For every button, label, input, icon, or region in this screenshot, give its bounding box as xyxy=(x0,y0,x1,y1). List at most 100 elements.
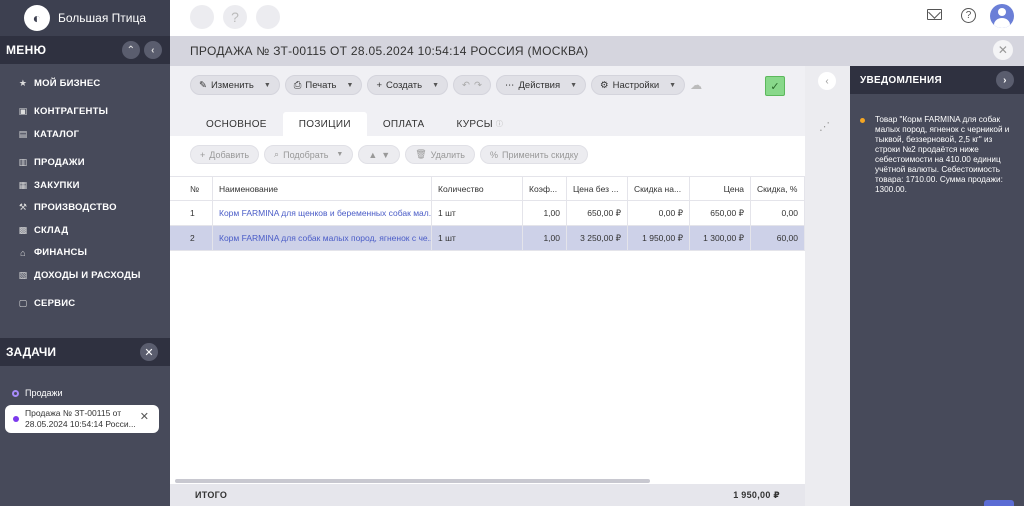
quantity-cell[interactable]: 1 шт xyxy=(432,201,523,225)
service-icon: ▢ xyxy=(18,298,28,309)
pick-button[interactable]: ⌕ Подобрать ▼ xyxy=(264,145,354,164)
close-tasks-icon[interactable]: ✕ xyxy=(140,343,158,361)
price-without-discount-cell[interactable]: 3 250,00 ₽ xyxy=(567,226,628,250)
collapse-menu-icon[interactable]: ⌃ xyxy=(122,41,140,59)
column-header[interactable]: Количество xyxy=(432,177,523,200)
placeholder-circle-icon[interactable] xyxy=(256,5,280,29)
notifications-header: УВЕДОМЛЕНИЯ › xyxy=(850,66,1024,94)
avatar[interactable] xyxy=(990,4,1014,28)
apply-discount-button[interactable]: % Применить скидку xyxy=(480,145,589,164)
discount-percent-cell[interactable]: 60,00 xyxy=(751,226,805,250)
notifications-title: УВЕДОМЛЕНИЯ xyxy=(860,74,942,86)
add-button[interactable]: + Добавить xyxy=(190,145,260,164)
placeholder-circle-icon[interactable] xyxy=(190,5,214,29)
scrollbar-thumb[interactable] xyxy=(175,479,650,483)
column-header[interactable]: Скидка, % xyxy=(751,177,805,200)
coef-cell[interactable]: 1,00 xyxy=(523,201,567,225)
close-icon[interactable]: ✕ xyxy=(993,40,1013,60)
totals-bar: ИТОГО 1 950,00 ₽ xyxy=(170,484,805,506)
document-title-bar: ПРОДАЖА № ЗТ-00115 ОТ 28.05.2024 10:54:1… xyxy=(170,36,1024,66)
task-card-label: Продажа № ЗТ-00115 от 28.05.2024 10:54:1… xyxy=(25,408,136,429)
sidebar-item-label: ДОХОДЫ И РАСХОДЫ xyxy=(34,269,141,281)
task-group[interactable]: Продажи xyxy=(12,388,63,398)
column-header[interactable]: Наименование xyxy=(213,177,432,200)
logo-bar[interactable]: ◐ Большая Птица xyxy=(0,0,170,36)
close-task-icon[interactable]: ✕ xyxy=(140,412,149,423)
edit-button[interactable]: ✎ Изменить ▼ xyxy=(190,75,280,95)
cart-icon: ▥ xyxy=(18,157,28,168)
confirm-button[interactable]: ✓ xyxy=(765,76,785,96)
table-row[interactable]: 1 Корм FARMINA для щенков и беременных с… xyxy=(170,201,805,226)
catalog-icon: ▤ xyxy=(18,128,28,139)
sidebar-item-income-expenses[interactable]: ▧ ДОХОДЫ И РАСХОДЫ xyxy=(0,264,170,287)
price-without-discount-cell[interactable]: 650,00 ₽ xyxy=(567,201,628,225)
positions-toolbar: + Добавить ⌕ Подобрать ▼ ▲ ▼ 🗑 Удалить % Приме… xyxy=(190,145,589,164)
delete-button[interactable]: 🗑 Удалить xyxy=(405,145,475,164)
discount-amount-cell[interactable]: 0,00 ₽ xyxy=(628,201,690,225)
column-header[interactable]: Цена xyxy=(690,177,751,200)
discount-amount-cell[interactable]: 1 950,00 ₽ xyxy=(628,226,690,250)
cloud-icon: ☁ xyxy=(690,78,703,92)
sidebar-item-service[interactable]: ▢ СЕРВИС xyxy=(0,293,170,316)
sidebar-item-warehouse[interactable]: ▩ СКЛАД xyxy=(0,219,170,242)
task-card[interactable]: Продажа № ЗТ-00115 от 28.05.2024 10:54:1… xyxy=(5,405,159,433)
coef-cell[interactable]: 1,00 xyxy=(523,226,567,250)
column-header[interactable]: Скидка на... xyxy=(628,177,690,200)
bird-logo-icon: ◐ xyxy=(24,5,50,31)
actions-button[interactable]: ⋯ Действия ▼ xyxy=(495,75,587,95)
sidebar: ◐ Большая Птица МЕНЮ ⌃ ‹ ★ МОЙ БИЗНЕС ▣ КО… xyxy=(0,0,170,506)
sidebar-item-purchases[interactable]: ▦ ЗАКУПКИ xyxy=(0,174,170,197)
mail-icon[interactable] xyxy=(927,9,942,20)
undo-icon[interactable]: ↶ xyxy=(462,80,470,91)
question-circle-icon[interactable]: ? xyxy=(223,5,247,29)
price-cell[interactable]: 650,00 ₽ xyxy=(690,201,751,225)
column-header[interactable]: Коэф... xyxy=(523,177,567,200)
tab-label: ОСНОВНОЕ xyxy=(206,118,267,130)
document-icon: ▧ xyxy=(18,269,28,280)
positions-panel: + Добавить ⌕ Подобрать ▼ ▲ ▼ 🗑 Удалить % Приме… xyxy=(170,136,805,484)
sidebar-item-production[interactable]: ⚒ ПРОИЗВОДСТВО xyxy=(0,197,170,220)
task-group-dot-icon xyxy=(12,389,19,397)
tab-label: ПОЗИЦИИ xyxy=(298,118,351,130)
chevron-down-icon[interactable]: ▼ xyxy=(264,82,271,89)
toolbar: ✎ Изменить ▼ ⎙ Печать ▼ + Создать ▼ ↶ ↷ ⋯ Действ… xyxy=(190,74,702,96)
settings-button[interactable]: ⚙ Настройки ▼ xyxy=(591,75,686,95)
add-label: Добавить xyxy=(209,149,250,160)
quantity-cell[interactable]: 1 шт xyxy=(432,226,523,250)
edit-label: Изменить xyxy=(210,79,254,91)
chevron-down-icon: ▼ xyxy=(570,81,578,89)
column-header[interactable]: № xyxy=(170,177,213,200)
sidebar-item-sales[interactable]: ▥ ПРОДАЖИ xyxy=(0,152,170,175)
tab-positions[interactable]: ПОЗИЦИИ xyxy=(282,112,367,136)
totals-value: 1 950,00 ₽ xyxy=(733,489,780,500)
table-row[interactable]: 2 Корм FARMINA для собак малых пород, яг… xyxy=(170,226,805,251)
trend-icon[interactable]: ⋰ xyxy=(819,120,830,133)
tab-rates[interactable]: КУРСЫ ⓘ xyxy=(441,112,520,136)
redo-icon[interactable]: ↷ xyxy=(474,80,482,91)
product-link[interactable]: Корм FARMINA для щенков и беременных соб… xyxy=(213,201,432,225)
sidebar-item-finance[interactable]: ⌂ ФИНАНСЫ xyxy=(0,242,170,265)
help-icon[interactable]: ? xyxy=(961,8,976,23)
print-button[interactable]: ⎙ Печать ▼ xyxy=(284,75,363,95)
sidebar-item-catalog[interactable]: ▤ КАТАЛОГ xyxy=(0,123,170,146)
row-number: 2 xyxy=(170,226,213,250)
corner-button[interactable] xyxy=(984,500,1014,506)
settings-label: Настройки xyxy=(612,79,660,91)
sidebar-item-contractors[interactable]: ▣ КОНТРАГЕНТЫ xyxy=(0,101,170,124)
move-up-icon[interactable]: ▲ xyxy=(368,150,377,160)
price-cell[interactable]: 1 300,00 ₽ xyxy=(690,226,751,250)
sidebar-item-label: МОЙ БИЗНЕС xyxy=(34,77,101,89)
sidebar-item-my-business[interactable]: ★ МОЙ БИЗНЕС xyxy=(0,72,170,95)
pick-label: Подобрать xyxy=(283,149,329,160)
chevron-right-icon[interactable]: › xyxy=(996,71,1014,89)
move-down-icon[interactable]: ▼ xyxy=(381,150,390,160)
move-buttons[interactable]: ▲ ▼ xyxy=(358,145,401,164)
column-header[interactable]: Цена без ... xyxy=(567,177,628,200)
tab-payment[interactable]: ОПЛАТА xyxy=(367,112,441,136)
tab-general[interactable]: ОСНОВНОЕ xyxy=(190,112,283,136)
chevron-left-icon[interactable]: ‹ xyxy=(818,72,836,90)
hide-sidebar-icon[interactable]: ‹ xyxy=(144,41,162,59)
create-button[interactable]: + Создать ▼ xyxy=(367,75,449,95)
discount-percent-cell[interactable]: 0,00 xyxy=(751,201,805,225)
product-link[interactable]: Корм FARMINA для собак малых пород, ягне… xyxy=(213,226,432,250)
